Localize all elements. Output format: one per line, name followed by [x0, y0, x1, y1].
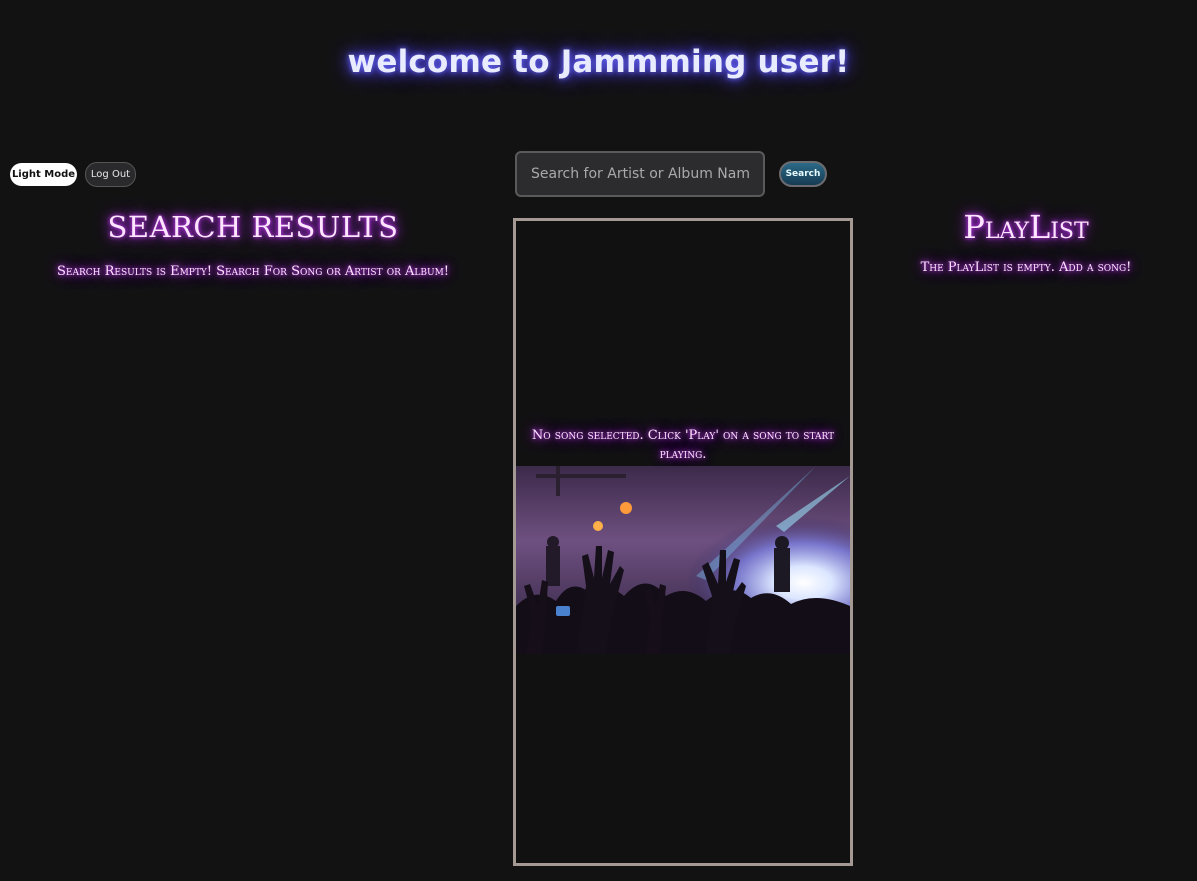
concert-crowd-image — [516, 466, 850, 654]
page-title: welcome to Jammming user! — [347, 44, 850, 80]
playlist-empty-message: The PlayList is empty. Add a song! — [920, 260, 1132, 275]
light-mode-button[interactable]: Light Mode — [10, 163, 77, 186]
logout-button[interactable]: Log Out — [85, 162, 136, 187]
search-results-empty-message: Search Results is Empty! Search For Song… — [56, 264, 450, 279]
search-results-heading: SEARCH RESULTS — [107, 210, 399, 244]
app-root: welcome to Jammming user! Light Mode Log… — [0, 0, 1197, 881]
concert-illustration — [516, 466, 850, 654]
player-panel: No song selected. Click 'Play' on a song… — [513, 218, 853, 866]
playlist-heading: PlayList — [963, 208, 1089, 246]
player-status-message: No song selected. Click 'Play' on a song… — [531, 428, 835, 462]
search-button[interactable]: Search — [779, 161, 827, 187]
search-input[interactable] — [515, 151, 765, 197]
